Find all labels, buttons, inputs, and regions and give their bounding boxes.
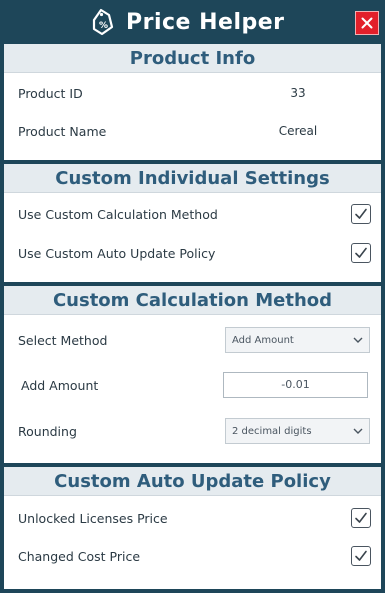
calc-method-header: Custom Calculation Method xyxy=(4,286,381,315)
use-policy-label: Use Custom Auto Update Policy xyxy=(18,245,216,261)
add-amount-input[interactable]: -0.01 xyxy=(223,372,368,398)
unlocked-checkbox[interactable] xyxy=(351,508,371,528)
rounding-row: Rounding 2 decimal digits xyxy=(4,416,381,446)
svg-text:%: % xyxy=(99,21,108,31)
method-select[interactable]: Add Amount xyxy=(225,327,370,353)
method-select-value: Add Amount xyxy=(232,334,294,346)
use-calc-row: Use Custom Calculation Method xyxy=(4,199,381,229)
add-amount-row: Add Amount -0.01 xyxy=(4,370,381,400)
product-name-row: Product Name Cereal xyxy=(4,116,381,146)
checkmark-icon xyxy=(355,247,367,258)
product-id-row: Product ID 33 xyxy=(4,78,381,108)
rounding-select-value: 2 decimal digits xyxy=(232,425,312,437)
price-tag-icon: % xyxy=(92,8,114,36)
select-method-label: Select Method xyxy=(18,332,108,348)
chevron-down-icon xyxy=(353,428,363,434)
rounding-label: Rounding xyxy=(18,423,77,439)
chevron-down-icon xyxy=(353,337,363,343)
checkmark-icon xyxy=(355,550,367,561)
product-name-label: Product Name xyxy=(18,123,107,139)
close-icon xyxy=(361,17,373,29)
title-group: % Price Helper xyxy=(88,6,285,38)
use-calc-label: Use Custom Calculation Method xyxy=(18,206,218,222)
product-info-section: Product Info Product ID 33 Product Name … xyxy=(4,44,381,160)
window-title: Price Helper xyxy=(126,9,285,35)
rounding-select[interactable]: 2 decimal digits xyxy=(225,418,370,444)
unlocked-label: Unlocked Licenses Price xyxy=(18,510,168,526)
auto-update-header: Custom Auto Update Policy xyxy=(4,467,381,496)
product-name-value: Cereal xyxy=(278,124,318,138)
unlocked-row: Unlocked Licenses Price xyxy=(4,503,381,533)
cost-checkbox[interactable] xyxy=(351,546,371,566)
use-calc-checkbox[interactable] xyxy=(351,204,371,224)
add-amount-label: Add Amount xyxy=(21,377,99,393)
calc-method-section: Custom Calculation Method Select Method … xyxy=(4,286,381,463)
product-id-label: Product ID xyxy=(18,85,83,101)
individual-settings-section: Custom Individual Settings Use Custom Ca… xyxy=(4,164,381,282)
product-id-value: 33 xyxy=(290,86,306,100)
auto-update-section: Custom Auto Update Policy Unlocked Licen… xyxy=(4,467,381,589)
use-policy-checkbox[interactable] xyxy=(351,243,371,263)
cost-label: Changed Cost Price xyxy=(18,548,141,564)
cost-row: Changed Cost Price xyxy=(4,541,381,571)
select-method-row: Select Method Add Amount xyxy=(4,325,381,355)
individual-settings-header: Custom Individual Settings xyxy=(4,164,381,193)
title-bar: % Price Helper xyxy=(0,0,385,44)
checkmark-icon xyxy=(355,512,367,523)
product-info-header: Product Info xyxy=(4,44,381,73)
checkmark-icon xyxy=(355,208,367,219)
close-button[interactable] xyxy=(355,11,379,35)
use-policy-row: Use Custom Auto Update Policy xyxy=(4,238,381,268)
